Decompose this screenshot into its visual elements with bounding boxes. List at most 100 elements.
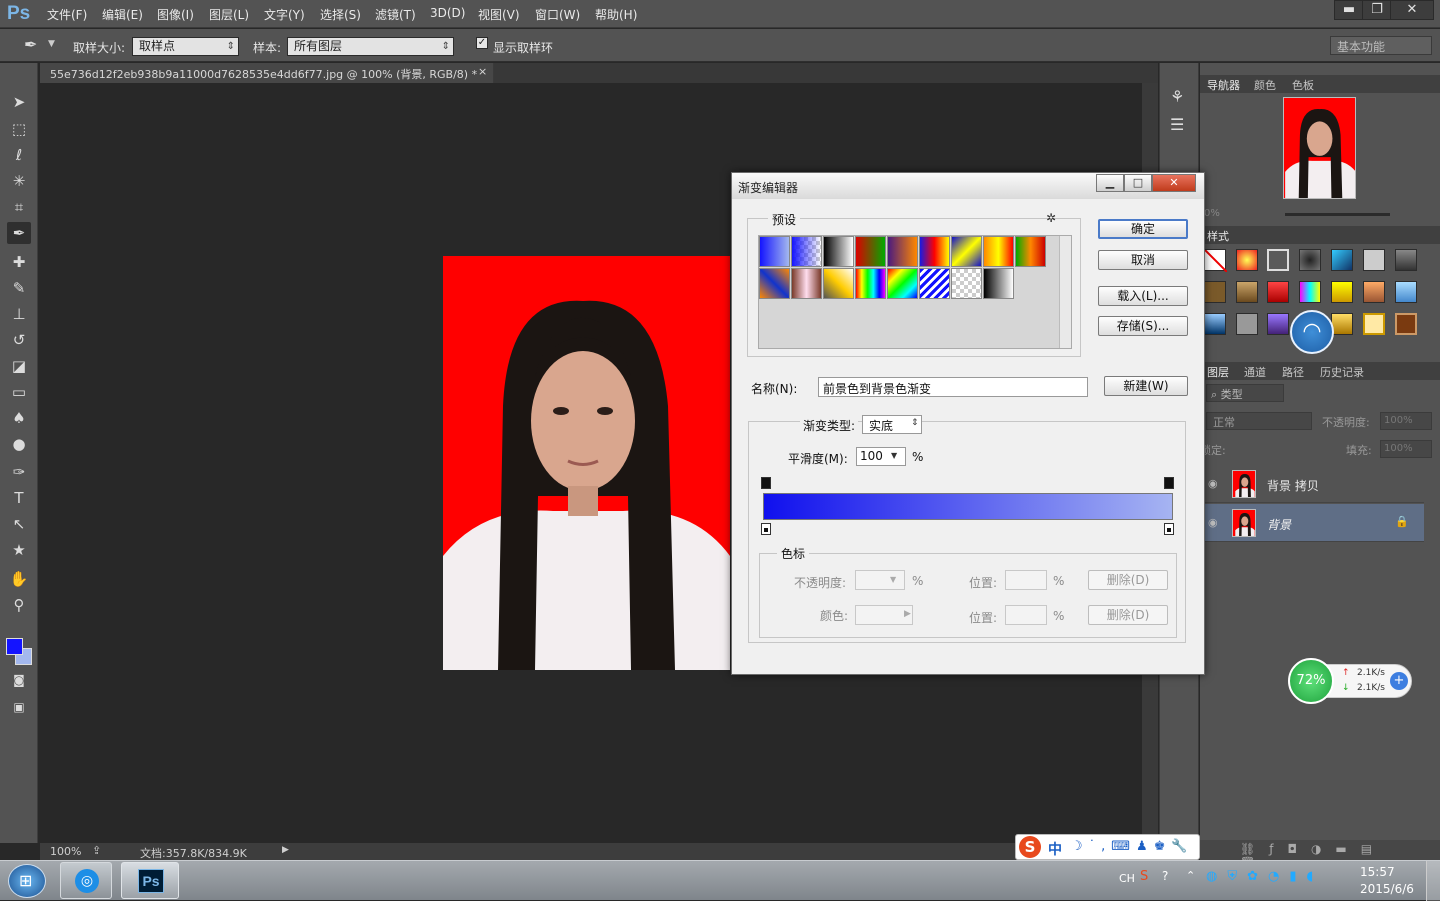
preset-swatch[interactable]: [919, 268, 950, 299]
style-swatch[interactable]: [1395, 313, 1417, 335]
gradient-name-input[interactable]: 前景色到背景色渐变: [818, 377, 1088, 397]
menu-filter[interactable]: 滤镜(T): [375, 6, 416, 23]
tab-navigator[interactable]: 导航器: [1207, 77, 1240, 93]
style-swatch[interactable]: [1363, 281, 1385, 303]
preset-swatch[interactable]: [855, 268, 886, 299]
style-swatch[interactable]: [1204, 313, 1226, 335]
opacity-stop-right[interactable]: [1164, 477, 1174, 489]
preset-swatch[interactable]: [919, 236, 950, 267]
preset-swatch[interactable]: [887, 236, 918, 267]
dialog-minimize-button[interactable]: ▁: [1096, 174, 1124, 192]
preset-swatch[interactable]: [951, 268, 982, 299]
tray-icons[interactable]: ◍⛨✿◔▮◖: [1206, 869, 1323, 884]
foreground-color-chip[interactable]: [6, 638, 23, 655]
gradient-preview-bar[interactable]: [763, 493, 1173, 520]
new-button[interactable]: 新建(W): [1104, 376, 1188, 396]
usb-icon[interactable]: ⚘: [1170, 87, 1184, 106]
menu-window[interactable]: 窗口(W): [535, 6, 580, 23]
blend-mode-select[interactable]: 正常: [1206, 412, 1312, 430]
ime-mode[interactable]: 中: [1048, 839, 1062, 859]
tab-swatches[interactable]: 色板: [1292, 77, 1314, 93]
menu-type[interactable]: 文字(Y): [264, 6, 305, 23]
language-indicator[interactable]: CH: [1119, 872, 1135, 885]
shape-tool-icon[interactable]: ★: [7, 539, 31, 561]
path-selection-tool-icon[interactable]: ↖: [7, 513, 31, 535]
tab-channels[interactable]: 通道: [1244, 364, 1266, 380]
presets-grid[interactable]: [758, 235, 1072, 349]
style-swatch[interactable]: [1299, 249, 1321, 271]
dodge-tool-icon[interactable]: ●: [7, 433, 31, 455]
hand-tool-icon[interactable]: ✋: [7, 568, 31, 590]
dialog-maximize-button[interactable]: □: [1124, 174, 1152, 192]
style-swatch[interactable]: [1331, 249, 1353, 271]
lasso-tool-icon[interactable]: ℓ: [7, 144, 31, 166]
restore-button[interactable]: ❐: [1362, 0, 1392, 20]
tray-sogou-icon[interactable]: S: [1140, 869, 1148, 884]
gradient-tool-icon[interactable]: ▭: [7, 381, 31, 403]
menu-image[interactable]: 图像(I): [157, 6, 194, 23]
zoom-level[interactable]: 100%: [50, 845, 81, 858]
style-swatch[interactable]: [1395, 281, 1417, 303]
ok-button[interactable]: 确定: [1098, 219, 1188, 239]
tab-paths[interactable]: 路径: [1282, 364, 1304, 380]
chevron-down-icon[interactable]: ▼: [48, 39, 55, 49]
chevron-down-icon[interactable]: ▼: [891, 451, 897, 460]
load-button[interactable]: 载入(L)...: [1098, 286, 1188, 306]
eyedropper-tool-icon[interactable]: ✒: [7, 222, 31, 244]
start-button[interactable]: ⊞: [8, 864, 46, 898]
zoom-tool-icon[interactable]: ⚲: [7, 594, 31, 616]
wifi-icon[interactable]: ◠: [1290, 310, 1334, 354]
menu-edit[interactable]: 编辑(E): [102, 6, 143, 23]
dialog-title-bar[interactable]: 渐变编辑器 ▁ □ ✕: [732, 173, 1204, 199]
sogou-logo-icon[interactable]: S: [1019, 836, 1041, 858]
clock-time[interactable]: 15:57: [1360, 865, 1395, 879]
menu-select[interactable]: 选择(S): [320, 6, 361, 23]
quick-mask-icon[interactable]: ◙: [7, 669, 31, 691]
preset-swatch[interactable]: [759, 268, 790, 299]
presets-gear-icon[interactable]: ✲: [1046, 211, 1056, 225]
preset-swatch[interactable]: [823, 236, 854, 267]
preset-swatch[interactable]: [791, 236, 822, 267]
document-canvas-image[interactable]: [443, 256, 730, 670]
ime-toolbar[interactable]: S 中 ☽˙,⌨♟♚🔧: [1015, 834, 1200, 860]
crop-tool-icon[interactable]: ⌗: [7, 196, 31, 218]
menu-file[interactable]: 文件(F): [47, 6, 87, 23]
preset-swatch[interactable]: [823, 268, 854, 299]
style-swatch[interactable]: [1267, 249, 1289, 271]
preset-swatch[interactable]: [951, 236, 982, 267]
color-stop-left[interactable]: [761, 523, 771, 535]
magic-wand-tool-icon[interactable]: ✳: [7, 170, 31, 192]
brush-tool-icon[interactable]: ✎: [7, 277, 31, 299]
blur-tool-icon[interactable]: ♠: [7, 407, 31, 429]
preset-swatch[interactable]: [855, 236, 886, 267]
tab-color[interactable]: 颜色: [1254, 77, 1276, 93]
layer-filter-select[interactable]: ⌕ 类型: [1206, 384, 1284, 402]
fill-field[interactable]: 100%: [1380, 440, 1432, 458]
visibility-eye-icon[interactable]: ◉: [1208, 477, 1218, 490]
color-stop-right[interactable]: [1164, 523, 1174, 535]
preset-swatch[interactable]: [1015, 236, 1046, 267]
status-menu-arrow-icon[interactable]: ▶: [282, 845, 289, 855]
taskbar-app-browser[interactable]: ◎: [60, 862, 112, 899]
healing-brush-tool-icon[interactable]: ✚: [7, 251, 31, 273]
clock-date[interactable]: 2015/6/6: [1360, 882, 1414, 896]
preset-swatch[interactable]: [983, 268, 1014, 299]
pen-tool-icon[interactable]: ✑: [7, 461, 31, 483]
style-swatch[interactable]: [1331, 281, 1353, 303]
adjust-sliders-icon[interactable]: ☰: [1170, 115, 1184, 134]
preset-swatch[interactable]: [983, 236, 1014, 267]
layer-row-selected[interactable]: ◉ 背景 🔒: [1200, 504, 1424, 542]
network-speed-widget[interactable]: 72% ↑ 2.1K/s ↓ 2.1K/s +: [1288, 658, 1412, 704]
screen-mode-icon[interactable]: ▣: [7, 696, 31, 718]
navigator-thumbnail[interactable]: [1283, 97, 1356, 199]
smoothness-input[interactable]: 100: [856, 447, 906, 466]
workspace-select[interactable]: 基本功能: [1330, 36, 1432, 55]
taskbar-app-photoshop[interactable]: Ps: [121, 862, 179, 899]
presets-scrollbar[interactable]: [1059, 236, 1071, 348]
minimize-button[interactable]: ▬: [1334, 0, 1364, 20]
navigator-zoom-value[interactable]: 0%: [1204, 208, 1220, 219]
eraser-tool-icon[interactable]: ◪: [7, 355, 31, 377]
sample-size-select[interactable]: 取样点: [132, 37, 239, 56]
layer-name[interactable]: 背景: [1267, 516, 1291, 533]
preset-swatch[interactable]: [791, 268, 822, 299]
